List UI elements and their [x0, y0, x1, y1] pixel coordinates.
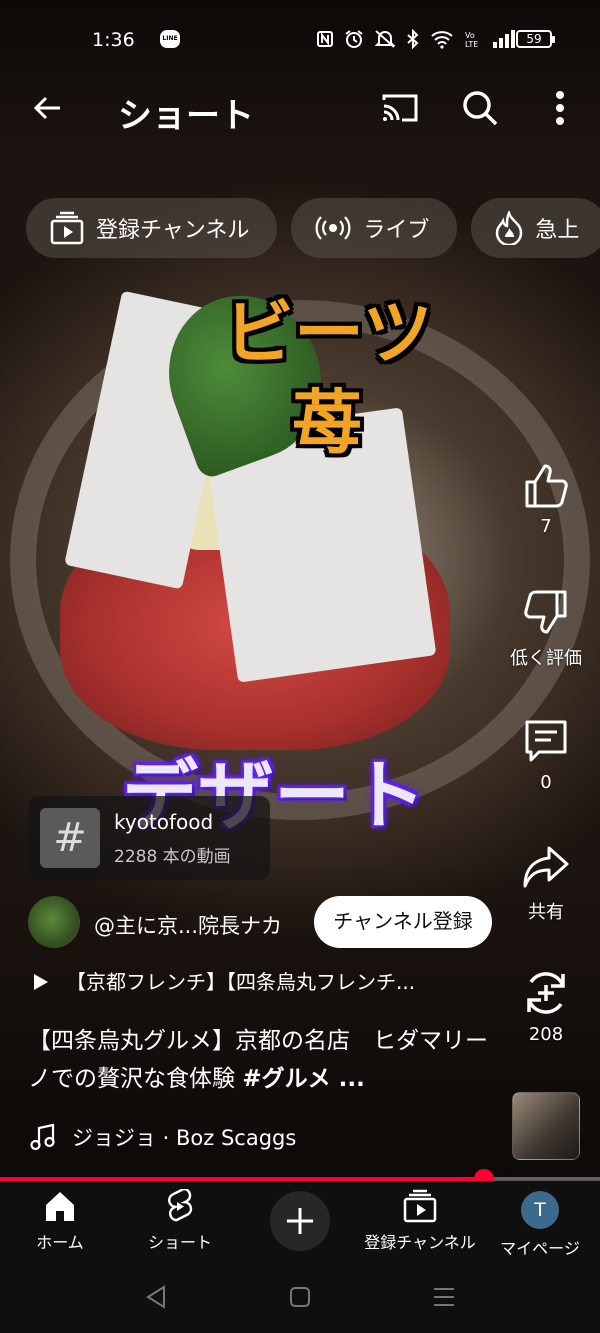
subscriptions-icon: [403, 1189, 437, 1223]
cast-icon: [382, 94, 418, 122]
related-video-title: 【京都フレンチ】【四条烏丸フレンチ...: [66, 970, 416, 994]
search-icon: [463, 91, 498, 126]
volte-icon: VoLTE: [465, 31, 478, 49]
home-icon: [46, 1192, 74, 1221]
arrow-left-icon: [33, 96, 60, 120]
plus-icon: [287, 1208, 313, 1234]
description-hashtag[interactable]: #グルメ ...: [242, 1066, 365, 1092]
hashtag-name: kyotofood: [114, 810, 214, 834]
channel-row: @主に京...院長ナカ チャンネル登録: [28, 894, 498, 950]
chip-label: 急上: [535, 218, 580, 243]
live-icon: [315, 216, 351, 240]
alarm-icon: [345, 30, 363, 48]
system-recents-icon[interactable]: [432, 1283, 456, 1311]
share-icon: [523, 846, 569, 888]
nav-subscriptions[interactable]: 登録チャンネル: [360, 1189, 480, 1253]
like-count: 7: [540, 516, 552, 537]
video-description[interactable]: 【四条烏丸グルメ】京都の名店 ヒダマリーノでの贅沢な食体験 #グルメ ...: [28, 1022, 498, 1098]
app-header: ショート: [0, 80, 600, 136]
hashtag-icon: #: [40, 808, 100, 868]
remix-icon: [527, 972, 565, 1014]
page-title: ショート: [118, 96, 254, 136]
create-button[interactable]: [270, 1191, 330, 1251]
nav-subscriptions-label: 登録チャンネル: [364, 1233, 476, 1252]
nfc-icon: [317, 31, 333, 47]
shorts-icon: [168, 1189, 193, 1222]
music-note-icon: [30, 1123, 55, 1151]
related-video-link[interactable]: 【京都フレンチ】【四条烏丸フレンチ...: [34, 966, 494, 995]
subscribe-button[interactable]: チャンネル登録: [314, 896, 492, 948]
chip-live[interactable]: ライブ: [291, 198, 458, 258]
music-title: ジョジョ · Boz Scaggs: [72, 1126, 297, 1150]
comments-button[interactable]: 0: [506, 716, 586, 793]
battery-indicator: 59: [516, 30, 555, 48]
remix-button[interactable]: 208: [506, 968, 586, 1045]
video-caption-line1: ビーツ: [224, 292, 433, 374]
user-avatar: T: [521, 1191, 559, 1229]
nav-home-label: ホーム: [36, 1233, 84, 1252]
share-label: 共有: [528, 902, 564, 923]
music-thumbnail[interactable]: [512, 1092, 580, 1160]
subscriptions-icon: [50, 211, 84, 245]
status-bar: 1:36 LINE Vo LTE 59: [0, 20, 600, 60]
channel-avatar[interactable]: [28, 896, 80, 948]
svg-text:Vo: Vo: [465, 31, 475, 40]
back-button[interactable]: [30, 90, 66, 126]
search-button[interactable]: [460, 88, 500, 128]
cast-button[interactable]: [380, 90, 420, 126]
comment-count: 0: [540, 772, 552, 793]
nav-shorts-label: ショート: [147, 1233, 212, 1252]
bluetooth-icon: [407, 29, 419, 49]
filter-chips: 登録チャンネル ライブ 急上: [26, 198, 600, 258]
nav-profile[interactable]: T マイページ: [480, 1189, 600, 1259]
share-button[interactable]: 共有: [506, 842, 586, 924]
bottom-navigation: ホーム ショート 登録チャンネル T マイページ: [0, 1181, 600, 1261]
nav-home[interactable]: ホーム: [0, 1189, 120, 1253]
thumbs-up-icon: [525, 464, 568, 508]
svg-text:LTE: LTE: [465, 40, 478, 49]
music-row[interactable]: ジョジョ · Boz Scaggs: [30, 1122, 296, 1152]
chip-trending[interactable]: 急上: [471, 198, 600, 258]
wifi-icon: [431, 31, 453, 49]
system-navigation-bar: [0, 1261, 600, 1333]
more-vertical-icon: [556, 91, 564, 125]
line-app-icon: LINE: [160, 30, 180, 48]
hashtag-card[interactable]: # kyotofood 2288 本の動画: [28, 796, 270, 880]
comment-icon: [525, 720, 567, 762]
system-back-icon[interactable]: [144, 1283, 168, 1311]
status-time: 1:36: [92, 29, 135, 51]
chip-subscriptions[interactable]: 登録チャンネル: [26, 198, 278, 258]
thumbs-down-icon: [524, 590, 567, 634]
hashtag-video-count: 2288 本の動画: [114, 847, 231, 867]
trending-icon: [496, 211, 523, 245]
channel-name[interactable]: @主に京...院長ナカ: [94, 910, 282, 940]
status-icons: Vo LTE: [316, 29, 516, 49]
system-home-icon[interactable]: [288, 1283, 312, 1311]
chip-label: 登録チャンネル: [96, 218, 250, 243]
dislike-label: 低く評価: [510, 648, 582, 669]
play-icon: [34, 974, 48, 990]
chip-label: ライブ: [363, 218, 430, 243]
like-button[interactable]: 7: [506, 460, 586, 537]
dislike-button[interactable]: 低く評価: [506, 588, 586, 670]
video-caption-line2: 苺: [292, 382, 362, 464]
nav-profile-label: マイページ: [500, 1239, 580, 1258]
mute-icon: [374, 30, 396, 48]
nav-shorts[interactable]: ショート: [120, 1189, 240, 1253]
more-options-button[interactable]: [548, 88, 572, 128]
remix-count: 208: [528, 1024, 564, 1045]
signal-icon: [493, 30, 515, 48]
